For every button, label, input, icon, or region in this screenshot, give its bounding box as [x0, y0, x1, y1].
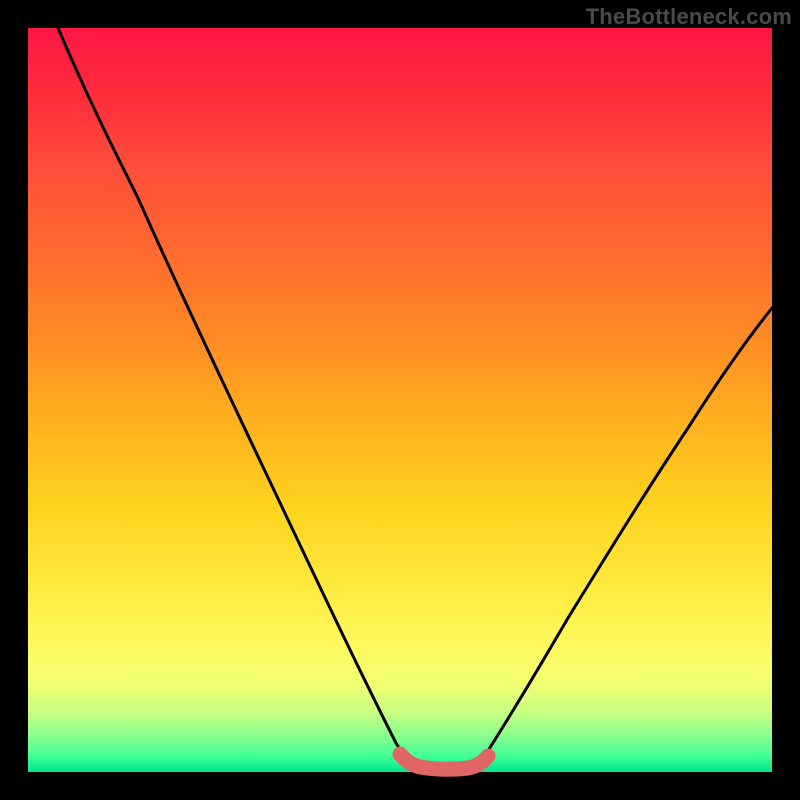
watermark-text: TheBottleneck.com — [586, 4, 792, 30]
optimal-zone-marker — [400, 754, 488, 769]
bottleneck-curve-right — [480, 308, 772, 763]
bottleneck-curve-left — [58, 28, 408, 763]
chart-svg — [28, 28, 772, 772]
chart-frame: TheBottleneck.com — [0, 0, 800, 800]
